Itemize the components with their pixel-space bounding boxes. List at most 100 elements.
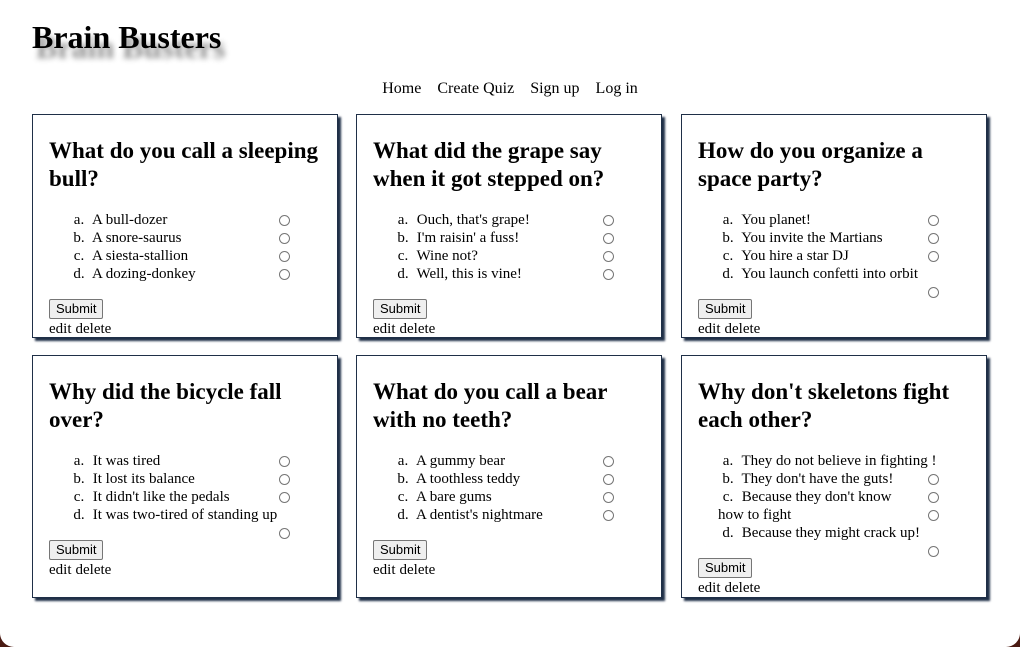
answer-text: A bull-dozer xyxy=(91,212,168,228)
answer-radio[interactable] xyxy=(603,251,614,262)
answer-marker: d. xyxy=(73,266,85,282)
card-actions: edit delete xyxy=(49,561,115,579)
answer-radio[interactable] xyxy=(928,546,939,557)
submit-button[interactable]: Submit xyxy=(373,299,428,319)
answer-marker: b. xyxy=(722,230,734,246)
edit-link[interactable]: edit xyxy=(373,321,396,337)
answer-radio[interactable] xyxy=(279,269,290,280)
quiz-card: What did the grape say when it got stepp… xyxy=(356,114,662,338)
answer-marker: c. xyxy=(397,489,409,505)
answer-marker: a. xyxy=(397,212,409,228)
answer-radio[interactable] xyxy=(279,233,290,244)
answer-item: b. They don't have the guts! xyxy=(698,470,948,488)
answer-radio[interactable] xyxy=(279,474,290,485)
delete-link[interactable]: delete xyxy=(400,562,436,578)
answer-radio[interactable] xyxy=(603,474,614,485)
submit-button[interactable]: Submit xyxy=(49,299,104,319)
answer-radio[interactable] xyxy=(928,233,939,244)
answer-text: Wine not? xyxy=(416,248,478,264)
delete-link[interactable]: delete xyxy=(400,321,436,337)
answer-marker: a. xyxy=(397,453,409,469)
answer-marker: a. xyxy=(73,453,85,469)
answer-radio[interactable] xyxy=(279,251,290,262)
answer-marker: b. xyxy=(722,471,734,487)
answer-radio[interactable] xyxy=(603,269,614,280)
answer-marker: d. xyxy=(397,266,409,282)
answer-marker: b. xyxy=(397,471,409,487)
quiz-card: How do you organize a space party? a. Yo… xyxy=(681,114,987,338)
answer-radio[interactable] xyxy=(279,215,290,226)
nav-home-link[interactable]: Home xyxy=(382,80,421,97)
nav-sign-up-link[interactable]: Sign up xyxy=(530,80,579,97)
card-actions: edit delete xyxy=(373,320,439,338)
answer-text: It lost its balance xyxy=(92,471,195,487)
quiz-question: What do you call a bear with no teeth? xyxy=(373,379,608,432)
answer-item: d. You launch confetti into orbit xyxy=(698,265,970,283)
submit-button[interactable]: Submit xyxy=(49,540,104,560)
edit-link[interactable]: edit xyxy=(698,580,721,596)
answer-marker: d. xyxy=(722,266,734,282)
answer-text: It was tired xyxy=(92,453,161,469)
answer-marker: a. xyxy=(722,453,734,469)
answer-marker: a. xyxy=(722,212,734,228)
answer-marker: c. xyxy=(722,248,734,264)
answer-item: d. Because they might crack up! xyxy=(698,524,948,542)
answer-radio[interactable] xyxy=(928,510,939,521)
quiz-question: How do you organize a space party? xyxy=(698,138,923,191)
answer-text: It was two-tired of standing up xyxy=(92,507,278,523)
answer-marker: c. xyxy=(73,489,85,505)
quiz-card: What do you call a sleeping bull? a. A b… xyxy=(32,114,338,338)
answer-text: Because they might crack up! xyxy=(741,525,921,541)
answer-radio[interactable] xyxy=(603,233,614,244)
answer-text: You hire a star DJ xyxy=(741,248,849,264)
answer-text: Because they don't know how to fight xyxy=(718,489,892,523)
submit-button[interactable]: Submit xyxy=(373,540,428,560)
nav-create-quiz-link[interactable]: Create Quiz xyxy=(437,80,514,97)
card-actions: edit delete xyxy=(698,579,764,597)
answer-radio[interactable] xyxy=(279,528,290,539)
edit-link[interactable]: edit xyxy=(49,562,72,578)
quiz-card: Why don't skeletons fight each other? a.… xyxy=(681,355,987,598)
main-nav: Home Create Quiz Sign up Log in xyxy=(0,80,1020,98)
answer-marker: a. xyxy=(73,212,85,228)
submit-button[interactable]: Submit xyxy=(698,558,753,578)
answer-radio[interactable] xyxy=(928,492,939,503)
submit-button[interactable]: Submit xyxy=(698,299,753,319)
answer-text: A dentist's nightmare xyxy=(415,507,543,523)
card-actions: edit delete xyxy=(373,561,439,579)
answer-text: Well, this is vine! xyxy=(416,266,522,282)
edit-link[interactable]: edit xyxy=(49,321,72,337)
answer-radio[interactable] xyxy=(603,510,614,521)
answer-text: A gummy bear xyxy=(415,453,506,469)
answer-marker: b. xyxy=(73,471,85,487)
answer-text: A siesta-stallion xyxy=(91,248,189,264)
delete-link[interactable]: delete xyxy=(725,321,761,337)
answer-radio[interactable] xyxy=(279,456,290,467)
answer-radio[interactable] xyxy=(279,492,290,503)
answer-radio[interactable] xyxy=(603,456,614,467)
answer-radio[interactable] xyxy=(603,492,614,503)
answer-marker: d. xyxy=(73,507,85,523)
edit-link[interactable]: edit xyxy=(373,562,396,578)
answer-item: a. They do not believe in fighting ! xyxy=(698,452,948,470)
answer-marker: c. xyxy=(73,248,85,264)
answer-item: d. It was two-tired of standing up xyxy=(49,506,321,524)
answer-text: You invite the Martians xyxy=(741,230,883,246)
answer-radio[interactable] xyxy=(928,215,939,226)
delete-link[interactable]: delete xyxy=(76,321,112,337)
edit-link[interactable]: edit xyxy=(698,321,721,337)
answer-marker: d. xyxy=(397,507,409,523)
answer-radio[interactable] xyxy=(928,251,939,262)
quiz-question: Why did the bicycle fall over? xyxy=(49,379,282,432)
nav-log-in-link[interactable]: Log in xyxy=(596,80,638,97)
answer-radio[interactable] xyxy=(928,474,939,485)
answer-text: They do not believe in fighting ! xyxy=(741,453,937,469)
card-actions: edit delete xyxy=(698,320,764,338)
answer-radio[interactable] xyxy=(603,215,614,226)
delete-link[interactable]: delete xyxy=(725,580,761,596)
quiz-card: What do you call a bear with no teeth? a… xyxy=(356,355,662,598)
delete-link[interactable]: delete xyxy=(76,562,112,578)
answer-text: A bare gums xyxy=(415,489,492,505)
answer-text: Ouch, that's grape! xyxy=(416,212,530,228)
answer-radio[interactable] xyxy=(928,287,939,298)
